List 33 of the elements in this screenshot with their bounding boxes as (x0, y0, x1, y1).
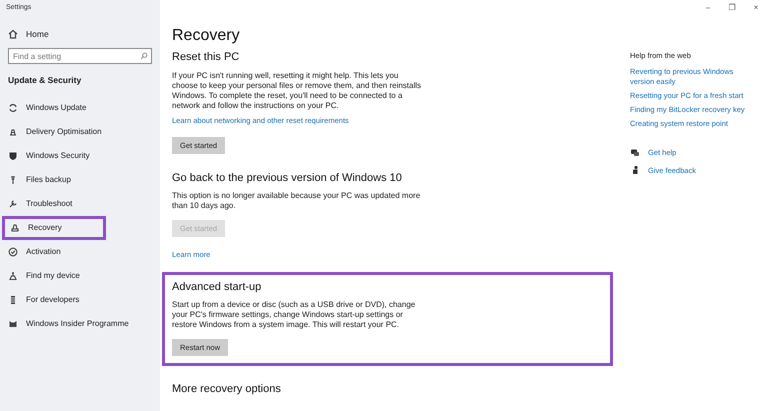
page-title: Recovery (172, 26, 241, 46)
cat-face-icon (8, 319, 18, 329)
description-text: Start up from a device or disc (such as a USB drive or DVD), change your PC's firmware settings, change Windows start-up settings or restore Windows from a system image. This will restart your PC. (172, 300, 416, 330)
nav-item[interactable]: Files backup (0, 168, 160, 192)
nav-item[interactable]: Windows Security (0, 144, 160, 168)
sync-icon (8, 103, 18, 113)
wrench-icon (8, 199, 18, 209)
search-icon (140, 52, 148, 60)
nav-item[interactable]: Recovery (2, 216, 106, 240)
nav-item[interactable]: For developers (0, 288, 160, 312)
section-heading: Reset this PC (172, 50, 240, 65)
section-heading: More recovery options (172, 382, 282, 397)
section-heading: Advanced start-up (172, 280, 262, 294)
description-text: This option is no longer available because your PC was updated more than 10 days ago. (172, 191, 422, 212)
section-heading: Update & Security (7, 74, 82, 87)
description-text: If your PC isn't running well, resetting it might help. This lets you choose to keep your personal files or remove them, and then reinstalls Windows. To complete the reset, you'll need to be connected to a network and follow the instructions on your PC. (172, 70, 422, 110)
restore-button[interactable]: ❐ (720, 0, 744, 16)
nav-item[interactable]: Find my device (0, 264, 160, 288)
nav-item[interactable]: Activation (0, 240, 160, 264)
minimize-button[interactable]: – (696, 0, 720, 16)
home-icon (8, 29, 18, 39)
shield-icon (8, 151, 18, 161)
section-heading: Go back to the previous version of Windows 10 (172, 170, 403, 186)
nav-item[interactable]: Troubleshoot (0, 192, 160, 216)
search-field[interactable]: Find a setting (8, 48, 152, 64)
home-link[interactable]: Home (26, 28, 49, 40)
pin-icon (8, 175, 18, 185)
check-circle-icon (8, 247, 18, 257)
nav-item[interactable]: Delivery Optimisation (0, 120, 160, 144)
nav-item[interactable]: Windows Update (0, 96, 160, 120)
chat-bubbles-icon (630, 148, 640, 158)
close-button[interactable]: × (744, 0, 768, 16)
nav-item[interactable]: Windows Insider Programme (0, 312, 160, 336)
